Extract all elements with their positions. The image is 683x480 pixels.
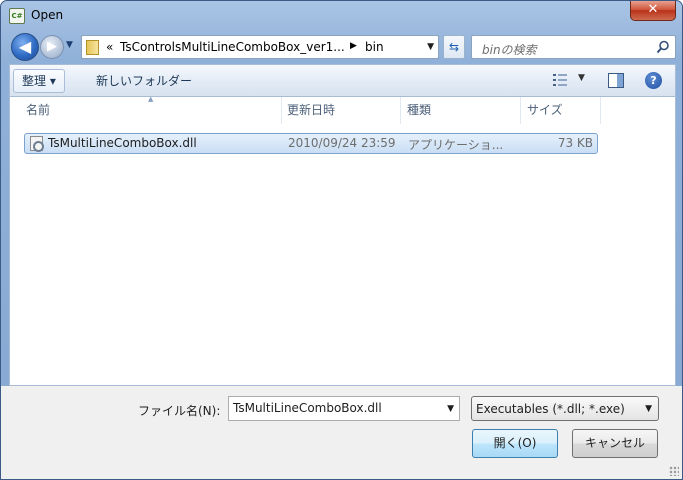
- dll-file-icon: [30, 136, 44, 152]
- file-type: アプリケーショ...: [408, 138, 504, 152]
- filetype-value: Executables (*.dll; *.exe): [476, 402, 625, 416]
- file-row[interactable]: TsMultiLineComboBox.dll 2010/09/24 23:59…: [24, 133, 598, 154]
- cancel-button[interactable]: キャンセル: [572, 429, 658, 458]
- file-list[interactable]: 名前 ▲ 更新日時 種類 サイズ TsMultiLineComboBox.dll…: [9, 95, 676, 386]
- breadcrumb-current[interactable]: bin: [365, 40, 384, 54]
- search-input[interactable]: binの検索: [471, 35, 676, 59]
- dialog-footer: ファイル名(N): TsMultiLineComboBox.dll ▼ Exec…: [1, 386, 682, 479]
- filename-label: ファイル名(N):: [138, 404, 221, 418]
- window-title: Open: [31, 8, 64, 22]
- close-button[interactable]: ✕: [630, 1, 676, 21]
- open-button[interactable]: 開く(O): [472, 429, 558, 458]
- back-button[interactable]: ◀: [11, 33, 39, 61]
- refresh-button[interactable]: ⇆: [443, 35, 465, 59]
- column-header-type[interactable]: 種類: [401, 97, 521, 124]
- breadcrumb-separator-icon[interactable]: ▶: [350, 41, 357, 51]
- filename-value[interactable]: TsMultiLineComboBox.dll: [233, 401, 382, 415]
- file-size: 73 KB: [557, 136, 593, 150]
- column-header-size[interactable]: サイズ: [521, 97, 601, 124]
- filetype-select[interactable]: Executables (*.dll; *.exe) ▼: [471, 396, 659, 421]
- views-icon[interactable]: [553, 74, 567, 86]
- forward-button[interactable]: ▶: [40, 35, 64, 59]
- views-dropdown-icon[interactable]: ▼: [578, 73, 585, 83]
- filename-dropdown-icon[interactable]: ▼: [447, 404, 454, 414]
- address-dropdown-icon[interactable]: ▼: [427, 42, 434, 52]
- breadcrumb-parent[interactable]: TsControlsMultiLineComboBox_ver1...: [120, 40, 345, 54]
- search-icon[interactable]: [656, 40, 670, 54]
- file-name: TsMultiLineComboBox.dll: [48, 136, 197, 150]
- csharp-app-icon: C#: [9, 8, 25, 24]
- navigation-bar: ◀ ▶ ▼ « TsControlsMultiLineComboBox_ver1…: [9, 32, 676, 62]
- column-header-modified[interactable]: 更新日時: [281, 97, 401, 124]
- organize-button[interactable]: 整理 ▾: [13, 69, 65, 93]
- filename-combobox[interactable]: TsMultiLineComboBox.dll ▼: [228, 396, 460, 421]
- new-folder-button[interactable]: 新しいフォルダー: [87, 69, 201, 93]
- address-overflow-chevron[interactable]: «: [106, 40, 113, 54]
- address-bar[interactable]: « TsControlsMultiLineComboBox_ver1... ▶ …: [81, 35, 439, 59]
- history-dropdown-icon[interactable]: ▼: [66, 40, 73, 50]
- help-icon[interactable]: ?: [645, 72, 662, 89]
- title-bar[interactable]: C# Open ✕: [1, 1, 682, 31]
- resize-grip-icon[interactable]: [669, 466, 679, 476]
- command-toolbar: 整理 ▾ 新しいフォルダー ▼ ?: [9, 64, 676, 97]
- search-placeholder: binの検索: [482, 43, 537, 57]
- preview-pane-icon[interactable]: [608, 73, 624, 88]
- sort-ascending-icon: ▲: [148, 95, 154, 103]
- column-headers: 名前 ▲ 更新日時 種類 サイズ: [10, 95, 675, 124]
- file-modified: 2010/09/24 23:59: [288, 136, 396, 150]
- open-dialog: C# Open ✕ ◀ ▶ ▼ « TsControlsMultiLineCom…: [0, 0, 683, 480]
- folder-icon: [86, 40, 99, 55]
- filetype-dropdown-icon[interactable]: ▼: [645, 404, 652, 414]
